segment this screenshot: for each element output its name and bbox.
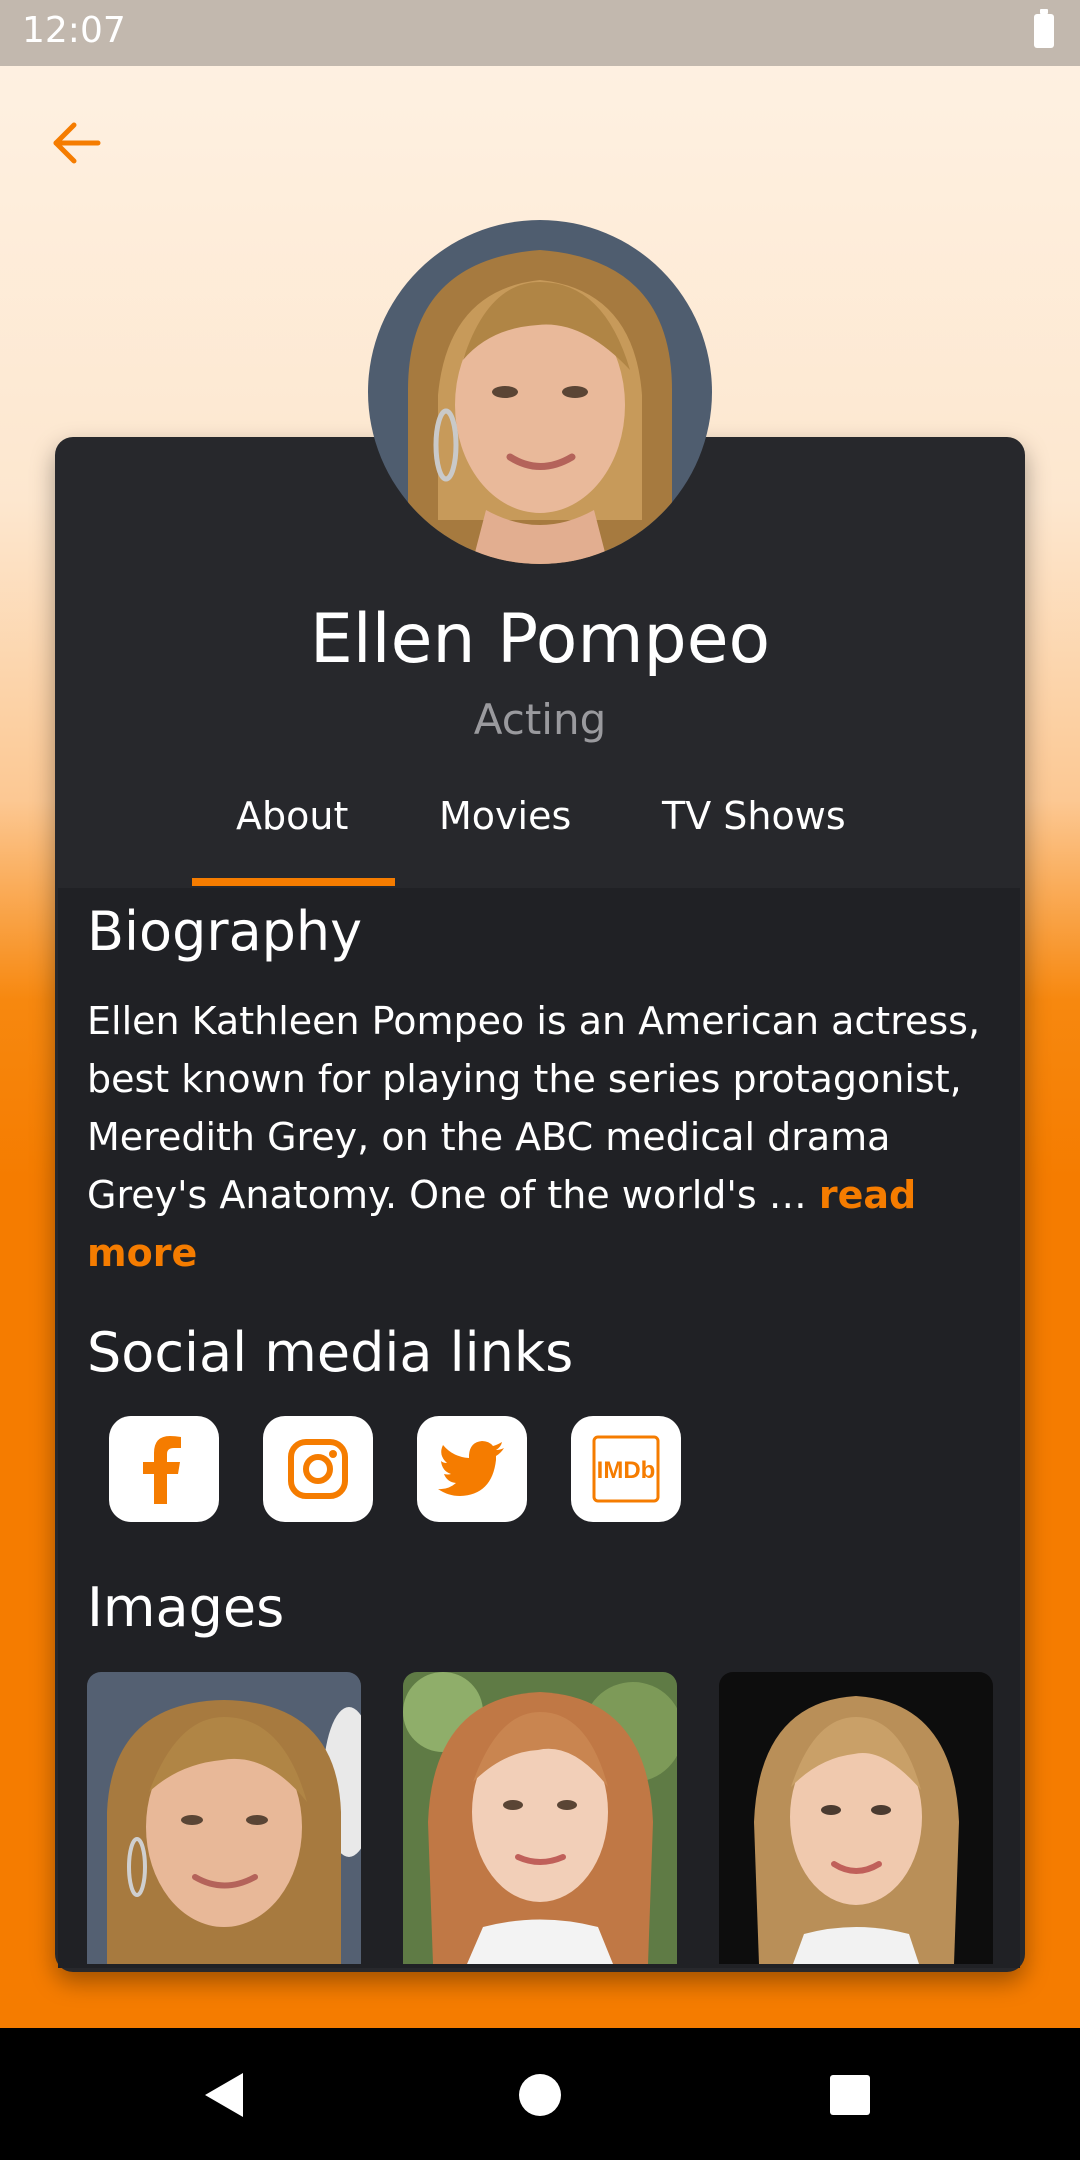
instagram-icon <box>288 1439 348 1499</box>
status-bar: 12:07 <box>0 0 1080 66</box>
nav-recents-icon[interactable] <box>829 2074 871 2116</box>
facebook-icon <box>143 1436 181 1504</box>
imdb-icon-text: IMDb <box>597 1457 656 1484</box>
navigation-bar <box>0 2028 1080 2160</box>
gallery-image-2[interactable] <box>403 1672 677 1964</box>
imdb-button[interactable]: IMDb <box>571 1416 681 1522</box>
tab-movies[interactable]: Movies <box>439 786 571 846</box>
battery-icon <box>1034 9 1054 48</box>
instagram-button[interactable] <box>263 1416 373 1522</box>
tab-about[interactable]: About <box>236 786 348 846</box>
nav-back-icon[interactable] <box>203 2071 247 2119</box>
facebook-button[interactable] <box>109 1416 219 1522</box>
twitter-button[interactable] <box>417 1416 527 1522</box>
biography-heading: Biography <box>87 900 363 963</box>
active-tab-indicator <box>192 878 395 886</box>
biography-text: Ellen Kathleen Pompeo is an American act… <box>87 992 1007 1282</box>
gallery-image-1[interactable] <box>87 1672 361 1964</box>
status-time: 12:07 <box>22 10 126 51</box>
profile-name: Ellen Pompeo <box>309 600 771 679</box>
back-arrow-icon <box>53 122 101 164</box>
profile-avatar <box>368 220 712 564</box>
back-button[interactable] <box>48 115 108 175</box>
imdb-icon: IMDb <box>592 1435 660 1503</box>
social-media-heading: Social media links <box>87 1321 574 1384</box>
twitter-icon <box>438 1441 504 1496</box>
tab-tv-shows[interactable]: TV Shows <box>662 786 846 846</box>
images-heading: Images <box>87 1576 285 1639</box>
nav-home-icon[interactable] <box>518 2073 562 2117</box>
gallery-image-3[interactable] <box>719 1672 993 1964</box>
profile-department: Acting <box>473 695 607 744</box>
